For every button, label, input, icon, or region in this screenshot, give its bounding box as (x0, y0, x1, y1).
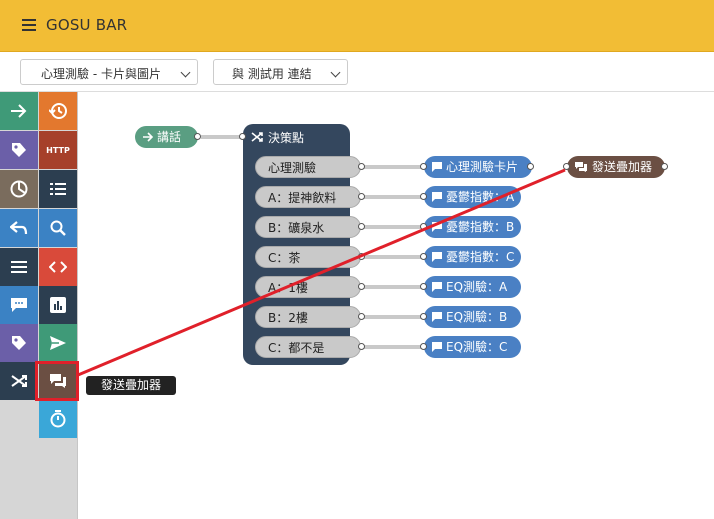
palette-tooltip: 發送疊加器 (86, 376, 176, 395)
annotation-arrow (77, 168, 566, 377)
